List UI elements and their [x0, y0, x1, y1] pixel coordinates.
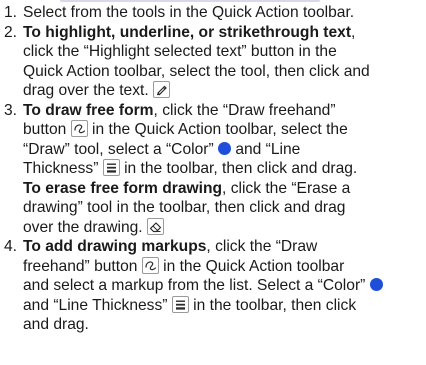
steps-list: 1. Select from the tools in the Quick Ac… [4, 3, 426, 335]
step-4: 4. To add drawing markups, click the “Dr… [4, 237, 426, 335]
step-text: in the Quick Action toolbar, select the [87, 121, 348, 138]
step-text: and “Line Thickness” [23, 296, 168, 314]
step-3: 3. To draw free form, click the “Draw fr… [4, 101, 426, 238]
step-number: 1. [4, 4, 18, 21]
step-line: over the drawing. [23, 217, 426, 238]
step-line: button in the Quick Action toolbar, sele… [23, 120, 426, 140]
color-dot-icon [369, 278, 383, 291]
step-text: button [23, 121, 67, 138]
step-line: Thickness” in the toolbar, then click an… [23, 159, 426, 179]
step-line: drawing” tool in the toolbar, then click… [23, 198, 426, 218]
step-number: 4. [4, 238, 18, 255]
step-line: drag over the text. [23, 81, 426, 101]
line-thickness-icon [102, 159, 120, 176]
step-text: Thickness” [23, 160, 99, 177]
step-heading: To draw free form [23, 101, 154, 119]
freehand-draw-icon [70, 120, 88, 137]
step-line: and select a markup from the list. Selec… [23, 276, 426, 296]
step-text: Quick Action toolbar, select the tool, t… [23, 62, 370, 80]
step-line: and “Line Thickness” in the toolbar, the… [23, 295, 426, 316]
freehand-draw-icon [141, 256, 159, 274]
step-number: 3. [4, 101, 18, 119]
instructions-document: 1. Select from the tools in the Quick Ac… [0, 0, 426, 365]
step-line: To add drawing markups, click the “Draw [23, 237, 426, 257]
step-number: 2. [4, 23, 18, 41]
step-line: To highlight, underline, or strikethroug… [23, 23, 426, 43]
step-line: Quick Action toolbar, select the tool, t… [23, 62, 426, 82]
step-text: , click the “Erase a [222, 179, 351, 197]
step-text: and drag. [23, 316, 89, 333]
step-line: freehand” button in the Quick Action too… [23, 256, 426, 277]
step-text: Select from the tools in the Quick Actio… [23, 4, 355, 21]
step-2: 2. To highlight, underline, or strikethr… [4, 23, 426, 101]
step-line: To draw free form, click the “Draw freeh… [23, 101, 426, 121]
step-heading: To erase free form drawing [23, 179, 223, 197]
step-text: , [351, 23, 356, 41]
step-text: and select a markup from the list. Selec… [23, 277, 366, 294]
step-line: To erase free form drawing, click the “E… [23, 179, 426, 199]
step-text: freehand” button [23, 257, 138, 275]
step-text: , click the “Draw [206, 238, 318, 255]
step-text: drag over the text. [23, 82, 149, 99]
step-text: drawing” tool in the toolbar, then click… [23, 199, 346, 216]
step-heading: To add drawing markups [23, 238, 207, 255]
step-text: , click the “Draw freehand” [153, 101, 336, 119]
color-dot-icon [217, 141, 231, 155]
step-text: and “Line [230, 140, 301, 158]
line-thickness-icon [171, 295, 189, 313]
step-text: in the toolbar, then click [188, 296, 357, 314]
eraser-icon [146, 217, 164, 235]
step-text: click the “Highlight selected text” butt… [23, 43, 337, 60]
step-text: “Draw” tool, select a “Color” [23, 140, 214, 158]
step-1: 1. Select from the tools in the Quick Ac… [4, 3, 426, 23]
step-text: in the Quick Action toolbar [158, 257, 345, 275]
step-text: over the drawing. [23, 218, 143, 236]
step-line: click the “Highlight selected text” butt… [23, 42, 426, 62]
step-line: and drag. [23, 315, 426, 335]
step-text: in the toolbar, then click and drag. [119, 160, 358, 177]
highlighter-pen-icon [153, 81, 171, 98]
step-line: “Draw” tool, select a “Color” and “Line [23, 140, 426, 160]
step-line: Select from the tools in the Quick Actio… [23, 3, 426, 23]
step-heading: To highlight, underline, or strikethroug… [23, 23, 352, 41]
